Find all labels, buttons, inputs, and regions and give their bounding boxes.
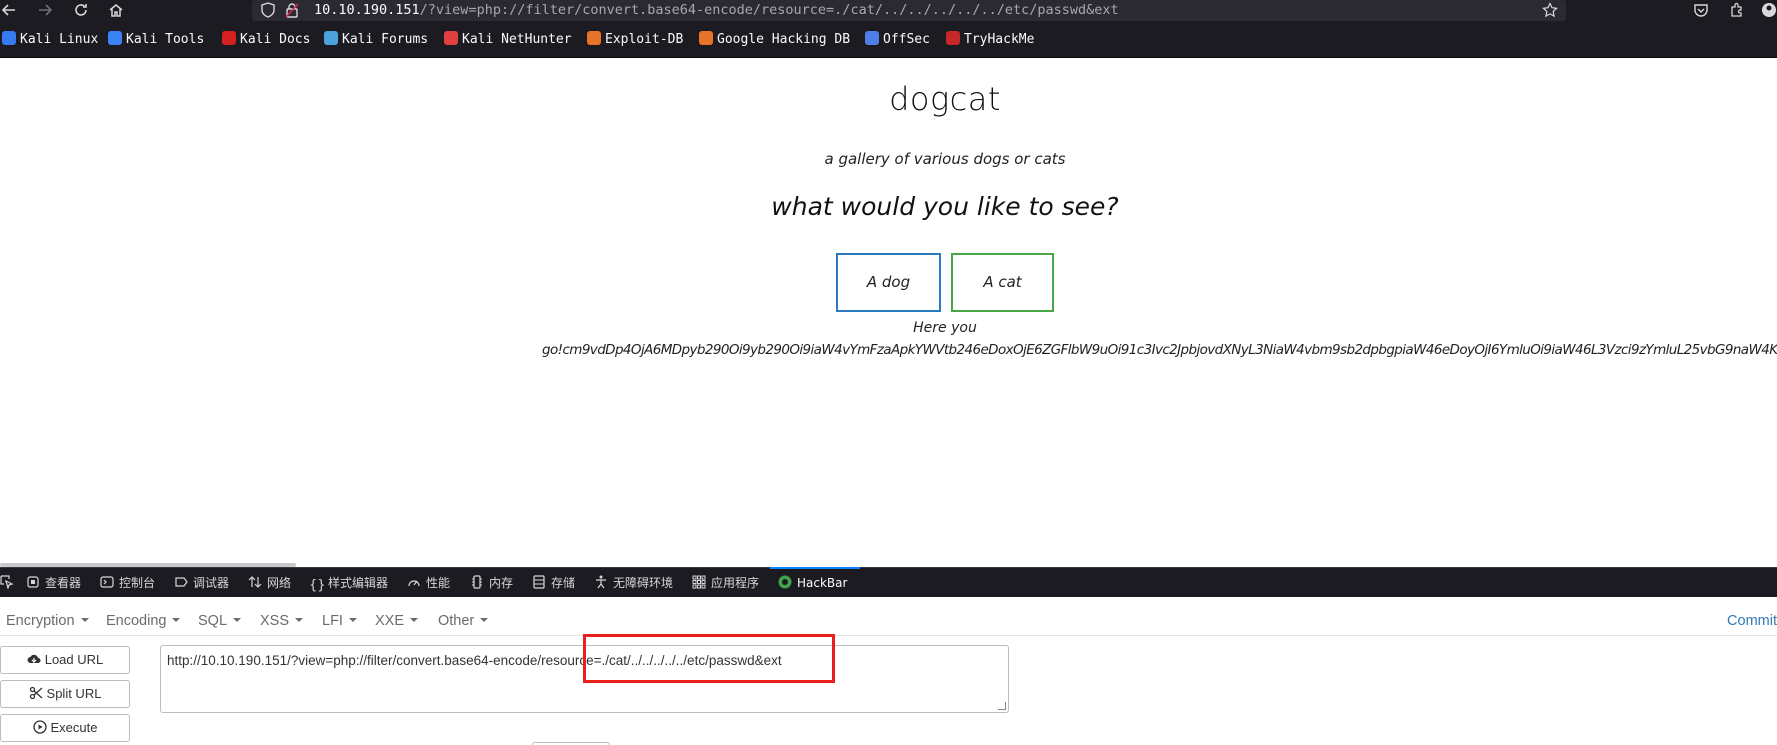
tryhackme-icon	[946, 31, 960, 45]
hackbar-icon	[778, 575, 792, 589]
bookmark-ghdb[interactable]: Google Hacking DB	[699, 31, 850, 49]
menu-sql[interactable]: SQL	[198, 612, 242, 630]
insecure-lock-icon[interactable]	[284, 2, 300, 18]
back-icon[interactable]	[0, 1, 18, 19]
offsec-icon	[865, 31, 879, 45]
nethunter-icon	[444, 31, 458, 45]
application-icon	[692, 575, 706, 589]
inspector-icon	[27, 576, 39, 588]
console-icon	[100, 576, 114, 588]
chevron-down-icon	[348, 618, 357, 622]
devtools-tabbar: 查看器 控制台 调试器 网络 {} 样式编辑器 性能 内存 存储 无障碍环境 应用…	[0, 567, 1777, 597]
hackbar-panel: Encryption Encoding SQL XSS LFI XXE Othe…	[0, 597, 1777, 745]
annotation-highlight-box	[583, 634, 835, 683]
forward-icon[interactable]	[36, 1, 54, 19]
chevron-down-icon	[410, 618, 419, 622]
tab-network[interactable]: 网络	[248, 573, 291, 593]
accessibility-icon	[596, 575, 606, 589]
commit-link[interactable]: Commit	[1727, 612, 1777, 630]
bookmark-offsec[interactable]: OffSec	[865, 31, 930, 49]
tab-console[interactable]: 控制台	[100, 573, 155, 593]
tab-performance[interactable]: 性能	[407, 573, 450, 593]
menu-divider	[0, 635, 1777, 636]
tab-debugger[interactable]: 调试器	[174, 573, 229, 593]
tracking-shield-icon[interactable]	[260, 2, 276, 18]
execute-button[interactable]: Execute	[0, 714, 130, 742]
bookmark-kali-nethunter[interactable]: Kali NetHunter	[444, 31, 572, 49]
menu-xss[interactable]: XSS	[260, 612, 304, 630]
home-icon[interactable]	[107, 1, 125, 19]
tab-hackbar[interactable]: HackBar	[778, 573, 847, 593]
url-host: 10.10.190.151	[314, 2, 420, 18]
kali-icon	[2, 31, 16, 45]
cat-button[interactable]: A cat	[951, 253, 1054, 312]
extensions-icon[interactable]	[1728, 1, 1746, 19]
style-editor-icon: {}	[309, 578, 326, 593]
address-bar[interactable]: 10.10.190.151/?view=php://filter/convert…	[252, 0, 1566, 21]
storage-icon	[533, 575, 545, 589]
devtools-pick-element[interactable]	[0, 573, 19, 593]
base64-output: go!cm9vdDp4OjA6MDpyb290Oi9yb290Oi9iaW4vY…	[542, 342, 1777, 358]
tab-application[interactable]: 应用程序	[692, 573, 759, 593]
chevron-down-icon	[80, 618, 89, 622]
browser-toolbar: 10.10.190.151/?view=php://filter/convert…	[0, 0, 1777, 21]
exploitdb-icon	[587, 31, 601, 45]
chevron-down-icon	[480, 618, 489, 622]
load-url-button[interactable]: Load URL	[0, 646, 130, 674]
chevron-down-icon	[295, 618, 304, 622]
bookmark-exploit-db[interactable]: Exploit-DB	[587, 31, 683, 49]
web-page: dogcat a gallery of various dogs or cats…	[0, 58, 1777, 567]
network-icon	[248, 576, 262, 588]
bookmarks-bar: Kali Linux Kali Tools Kali Docs Kali For…	[0, 21, 1777, 58]
bookmark-tryhackme[interactable]: TryHackMe	[946, 31, 1034, 49]
bookmark-kali-forums[interactable]: Kali Forums	[324, 31, 428, 49]
pick-element-icon	[0, 575, 14, 589]
menu-lfi[interactable]: LFI	[322, 612, 357, 630]
resize-handle[interactable]	[998, 702, 1006, 710]
tab-style-editor[interactable]: {} 样式编辑器	[309, 573, 388, 593]
pocket-icon[interactable]	[1692, 1, 1710, 19]
kali-tools-icon	[108, 31, 122, 45]
play-circle-icon	[32, 720, 47, 734]
kali-docs-icon	[222, 31, 236, 45]
ghdb-icon	[699, 31, 713, 45]
dog-button[interactable]: A dog	[836, 253, 941, 312]
debugger-icon	[175, 577, 188, 587]
chevron-down-icon	[233, 618, 242, 622]
bookmark-kali-linux[interactable]: Kali Linux	[2, 31, 98, 49]
memory-icon	[472, 575, 482, 589]
url-text[interactable]: 10.10.190.151/?view=php://filter/convert…	[314, 1, 1119, 19]
kali-forums-icon	[324, 31, 338, 45]
tab-accessibility[interactable]: 无障碍环境	[594, 573, 673, 593]
menu-other[interactable]: Other	[438, 612, 489, 630]
page-title: dogcat	[889, 80, 1001, 118]
menu-encryption[interactable]: Encryption	[6, 612, 89, 630]
here-you-text: Here you	[913, 320, 977, 336]
tab-memory[interactable]: 内存	[470, 573, 513, 593]
bookmark-kali-tools[interactable]: Kali Tools	[108, 31, 204, 49]
cloud-download-icon	[27, 654, 41, 663]
page-subtitle: a gallery of various dogs or cats	[824, 150, 1066, 168]
active-tab-indicator	[770, 567, 860, 569]
tab-storage[interactable]: 存储	[532, 573, 575, 593]
split-url-button[interactable]: Split URL	[0, 680, 130, 708]
account-icon[interactable]	[1760, 1, 1777, 19]
scissors-icon	[29, 686, 42, 700]
url-path: /?view=php://filter/convert.base64-encod…	[419, 2, 1119, 18]
performance-icon	[408, 580, 420, 587]
bookmark-star-icon[interactable]	[1542, 2, 1558, 18]
menu-xxe[interactable]: XXE	[375, 612, 419, 630]
tab-inspector[interactable]: 查看器	[26, 573, 81, 593]
menu-encoding[interactable]: Encoding	[106, 612, 181, 630]
reload-icon[interactable]	[72, 1, 90, 19]
page-question: what would you like to see?	[771, 192, 1119, 221]
chevron-down-icon	[172, 618, 181, 622]
bookmark-kali-docs[interactable]: Kali Docs	[222, 31, 310, 49]
